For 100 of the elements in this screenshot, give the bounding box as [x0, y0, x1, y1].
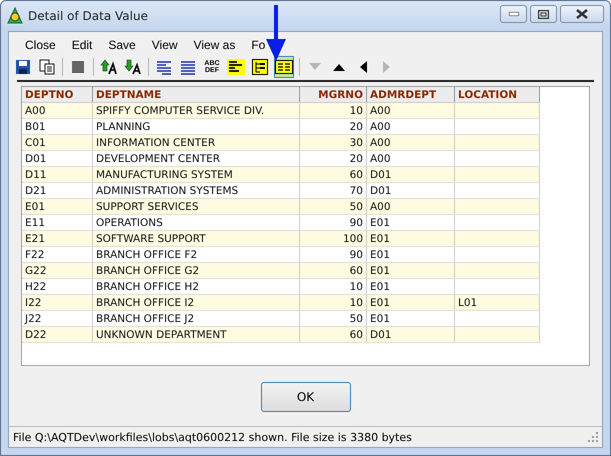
- table-cell: C01: [25, 136, 46, 148]
- table-cell: E01: [370, 312, 390, 324]
- minimize-button[interactable]: [500, 5, 527, 23]
- table-cell: 20: [350, 152, 363, 164]
- table-cell: 100: [342, 232, 363, 244]
- triangle-up-icon: [333, 63, 345, 71]
- table-cell: A00: [370, 200, 391, 212]
- triangle-left-icon: [359, 61, 367, 73]
- table-cell: D01: [370, 328, 392, 340]
- table-cell: E01: [370, 280, 390, 292]
- menu-item[interactable]: View as: [194, 38, 236, 52]
- triangle-right-icon: [383, 61, 391, 73]
- table-cell: E01: [370, 248, 390, 260]
- table-cell: SUPPORT SERVICES: [96, 200, 198, 212]
- grid-icon: [275, 60, 293, 74]
- table-cell: 50: [350, 200, 363, 212]
- triangle-down-icon: [309, 63, 321, 71]
- sort-down-icon: [124, 59, 142, 75]
- column-header[interactable]: LOCATION: [454, 87, 540, 102]
- table-cell: G22: [25, 264, 46, 276]
- table-cell: L01: [458, 296, 478, 308]
- menu-item[interactable]: Edit: [72, 38, 92, 52]
- menu-item[interactable]: Save: [108, 38, 136, 52]
- table-cell: 30: [350, 136, 363, 148]
- table-cell: MANUFACTURING SYSTEM: [96, 168, 233, 180]
- table-cell: E11: [25, 216, 45, 228]
- table-cell: SOFTWARE SUPPORT: [96, 232, 206, 244]
- column-header[interactable]: ADMRDEPT: [366, 87, 454, 102]
- ok-button[interactable]: OK: [260, 382, 350, 412]
- table-cell: D11: [25, 168, 46, 180]
- table-cell: F22: [25, 248, 44, 260]
- resize-grip-icon[interactable]: [588, 432, 598, 442]
- toolbar-button[interactable]: [250, 56, 270, 78]
- table-cell: E01: [370, 216, 390, 228]
- table-cell: A00: [370, 120, 391, 132]
- table-cell: A00: [370, 136, 391, 148]
- table-cell: 60: [350, 168, 363, 180]
- minimize-icon: [508, 12, 518, 16]
- table-cell: OPERATIONS: [96, 216, 163, 228]
- close-button[interactable]: [560, 5, 604, 23]
- bar-lines-icon: [227, 59, 245, 75]
- table-cell: 90: [350, 216, 363, 228]
- close-icon: [576, 9, 588, 19]
- toolbar-button[interactable]: [274, 56, 294, 78]
- table-cell: 10: [350, 280, 363, 292]
- table-cell: 50: [350, 312, 363, 324]
- toolbar-button[interactable]: [226, 56, 246, 78]
- table-cell: PLANNING: [96, 120, 150, 132]
- table-cell: SPIFFY COMPUTER SERVICE DIV.: [96, 104, 264, 116]
- table-cell: 60: [350, 264, 363, 276]
- column-header[interactable]: DEPTNAME: [92, 87, 300, 102]
- table-cell: 90: [350, 248, 363, 260]
- table-cell: D22: [25, 328, 46, 340]
- app-icon: [7, 7, 23, 25]
- table-cell: B01: [25, 120, 46, 132]
- status-text: File Q:\AQTDev\workfiles\lobs\aqt0600212 shown. File size is 3380 bytes: [13, 430, 412, 444]
- table-cell: D21: [25, 184, 46, 196]
- table-cell: A00: [370, 152, 391, 164]
- menu-item[interactable]: Close: [25, 38, 56, 52]
- table-cell: BRANCH OFFICE F2: [96, 248, 198, 260]
- table-cell: D01: [25, 152, 46, 164]
- wrap-lines-icon: [156, 59, 172, 75]
- table-cell: J22: [25, 312, 42, 324]
- table-cell: E21: [25, 232, 45, 244]
- justify-icon: [180, 59, 196, 75]
- table-cell: BRANCH OFFICE G2: [96, 264, 200, 276]
- maximize-button[interactable]: [530, 5, 557, 23]
- menu-item[interactable]: Fo: [251, 38, 266, 52]
- table-cell: 20: [350, 120, 363, 132]
- menu-item[interactable]: View: [152, 38, 178, 52]
- table-cell: 60: [350, 328, 363, 340]
- table-cell: A00: [370, 104, 391, 116]
- sort-up-icon: [100, 59, 118, 75]
- tree-icon: [252, 59, 268, 75]
- table-cell: BRANCH OFFICE J2: [96, 312, 194, 324]
- copy-icon: [39, 59, 55, 75]
- table-cell: E01: [25, 200, 45, 212]
- table-cell: UNKNOWN DEPARTMENT: [96, 328, 227, 340]
- table-cell: E01: [370, 232, 390, 244]
- table-cell: D01: [370, 168, 392, 180]
- table-cell: E01: [370, 264, 390, 276]
- table-cell: 10: [350, 104, 363, 116]
- column-header[interactable]: MGRNO: [300, 87, 366, 102]
- arrow-drawing: [265, 5, 287, 61]
- maximize-icon: [538, 10, 549, 18]
- save-icon: [15, 59, 31, 75]
- list-icon: [70, 59, 86, 75]
- table-cell: D01: [370, 184, 392, 196]
- table-cell: DEVELOPMENT CENTER: [96, 152, 220, 164]
- table-cell: A00: [25, 104, 46, 116]
- table-cell: 70: [350, 184, 363, 196]
- table-cell: E01: [370, 296, 390, 308]
- table-cell: BRANCH OFFICE H2: [96, 280, 199, 292]
- table-cell: I22: [25, 296, 42, 308]
- column-header[interactable]: DEPTNO: [22, 87, 92, 102]
- table-cell: INFORMATION CENTER: [96, 136, 216, 148]
- table-cell: 10: [350, 296, 363, 308]
- table-cell: ADMINISTRATION SYSTEMS: [96, 184, 238, 196]
- table-cell: BRANCH OFFICE I2: [96, 296, 194, 308]
- table-cell: H22: [25, 280, 46, 292]
